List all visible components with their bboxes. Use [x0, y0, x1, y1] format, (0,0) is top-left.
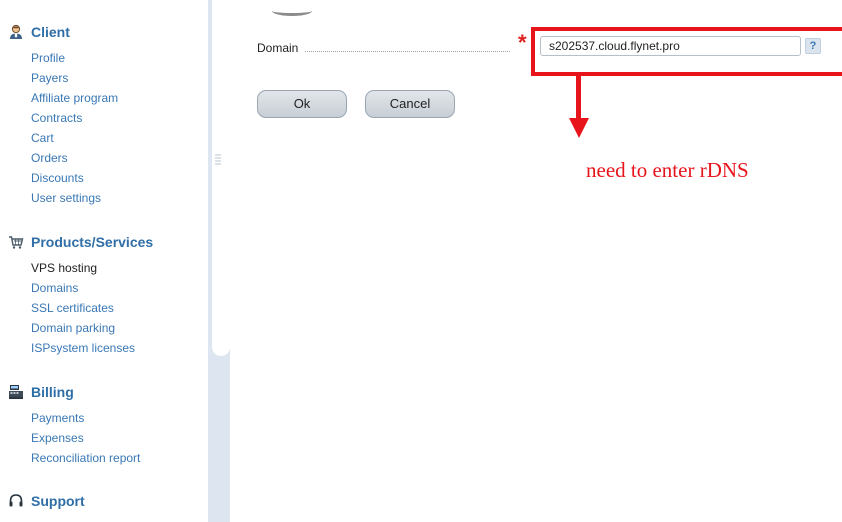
sidebar-item-ispsystem-licenses[interactable]: ISPsystem licenses [31, 338, 153, 358]
sidebar-item-contracts[interactable]: Contracts [31, 108, 118, 128]
domain-input[interactable] [540, 36, 801, 56]
products-menu: VPS hosting Domains SSL certificates Dom… [31, 258, 153, 358]
sidebar-item-reconciliation-report[interactable]: Reconciliation report [31, 448, 140, 468]
sidebar-header-client-label: Client [31, 24, 70, 40]
sidebar-item-profile[interactable]: Profile [31, 48, 118, 68]
sidebar-header-products-label: Products/Services [31, 234, 154, 250]
cash-register-icon [8, 384, 24, 400]
required-mark: * [518, 30, 527, 55]
sidebar-item-vps-hosting[interactable]: VPS hosting [31, 258, 153, 278]
logo-fragment [272, 6, 312, 16]
sidebar-item-payments[interactable]: Payments [31, 408, 140, 428]
domain-label-leader [305, 51, 510, 52]
annotation-arrow-shaft [576, 76, 581, 120]
sidebar-section-support: Support [8, 491, 85, 511]
sidebar-header-client[interactable]: Client [8, 22, 118, 42]
annotation-text: need to enter rDNS [586, 158, 749, 182]
splitter-grip-icon[interactable] [215, 153, 221, 167]
billing-menu: Payments Expenses Reconciliation report [31, 408, 140, 468]
sidebar-scrollbar-thumb[interactable] [212, 0, 230, 356]
sidebar-item-discounts[interactable]: Discounts [31, 168, 118, 188]
sidebar-item-cart[interactable]: Cart [31, 128, 118, 148]
sidebar-header-products[interactable]: Products/Services [8, 232, 153, 252]
sidebar-item-payers[interactable]: Payers [31, 68, 118, 88]
sidebar-header-support[interactable]: Support [8, 491, 85, 511]
client-menu: Profile Payers Affiliate program Contrac… [31, 48, 118, 208]
sidebar-item-expenses[interactable]: Expenses [31, 428, 140, 448]
sidebar-item-affiliate-program[interactable]: Affiliate program [31, 88, 118, 108]
sidebar-section-client: Client Profile Payers Affiliate program … [8, 22, 118, 208]
headset-icon [8, 493, 24, 509]
ok-button[interactable]: Ok [257, 90, 347, 118]
sidebar-item-ssl-certificates[interactable]: SSL certificates [31, 298, 153, 318]
annotation-arrow-head [569, 118, 589, 138]
sidebar-section-billing: Billing Payments Expenses Reconciliation… [8, 382, 140, 468]
cancel-button[interactable]: Cancel [365, 90, 455, 118]
sidebar-item-domains[interactable]: Domains [31, 278, 153, 298]
sidebar-header-billing[interactable]: Billing [8, 382, 140, 402]
question-icon[interactable]: ? [805, 38, 821, 54]
sidebar-item-orders[interactable]: Orders [31, 148, 118, 168]
sidebar-item-user-settings[interactable]: User settings [31, 188, 118, 208]
domain-label: Domain [257, 41, 299, 55]
user-icon [8, 24, 24, 40]
sidebar-section-products: Products/Services VPS hosting Domains SS… [8, 232, 153, 358]
sidebar: Client Profile Payers Affiliate program … [0, 0, 208, 522]
cart-icon [8, 234, 24, 250]
sidebar-item-domain-parking[interactable]: Domain parking [31, 318, 153, 338]
sidebar-header-billing-label: Billing [31, 384, 74, 400]
sidebar-header-support-label: Support [31, 493, 85, 509]
